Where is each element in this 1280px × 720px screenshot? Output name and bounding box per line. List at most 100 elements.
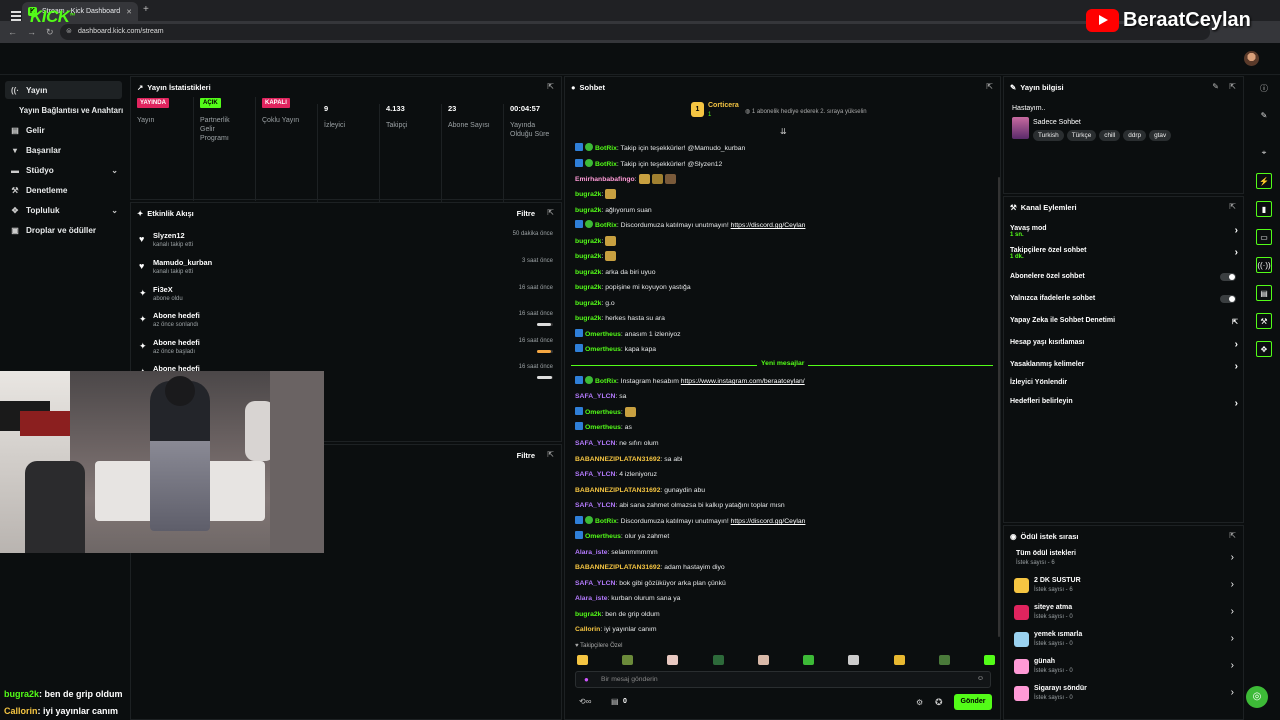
points-icon[interactable]: ⟲∞ [579, 697, 591, 706]
emote-icon[interactable] [577, 655, 588, 665]
reward-icon[interactable]: ✥ [1256, 341, 1272, 357]
reward-item[interactable]: yemek ısmarla İstek sayısı - 0 › [1014, 631, 1234, 657]
filter-button[interactable]: Filtre [517, 451, 535, 460]
chat-username[interactable]: bugra2k [575, 191, 601, 198]
kick-logo[interactable]: KICKTM [30, 7, 75, 27]
pin-icon[interactable]: ⇊ [780, 127, 787, 136]
toggle-switch[interactable] [1220, 295, 1236, 303]
chat-username[interactable]: bugra2k [575, 269, 601, 276]
chat-link[interactable]: https://discord.gg/Ceylan [731, 518, 806, 525]
emote-icon[interactable] [938, 655, 950, 665]
reward-all[interactable]: Tüm ödül istekleri İstek sayısı - 6 › [1014, 550, 1234, 576]
chat-username[interactable]: Alara_iste [575, 595, 608, 602]
filter-button[interactable]: Filtre [517, 209, 535, 218]
action-banned-words[interactable]: Yasaklanmış kelimeler › [1010, 361, 1238, 381]
chat-username[interactable]: SAFA_YLCN [575, 393, 615, 400]
wrench-icon[interactable]: ⚒ [1256, 313, 1272, 329]
emote-icon[interactable] [893, 655, 905, 665]
reward-item[interactable]: günah İstek sayısı - 0 › [1014, 658, 1234, 684]
forward-icon[interactable]: → [27, 27, 36, 38]
action-slow-mode[interactable]: Yavaş mod 1 sn. › [1010, 225, 1238, 245]
avatar[interactable] [1244, 51, 1259, 66]
broadcast-icon[interactable]: ((·)) [1256, 257, 1272, 273]
chat-input[interactable]: ● Bir mesaj gönderin ☺ [575, 671, 991, 688]
sidebar-item-gelir[interactable]: ▤ Gelir [5, 121, 122, 139]
action-account-age[interactable]: Hesap yaşı kısıtlaması › [1010, 339, 1238, 359]
popout-icon[interactable]: ⇱ [1229, 202, 1236, 211]
chat-username[interactable]: BotRix [595, 378, 617, 385]
layout-icon[interactable]: ▤ [1256, 285, 1272, 301]
chat-username[interactable]: Omertheus [585, 409, 621, 416]
emote-icon[interactable] [803, 655, 815, 665]
stats-icon[interactable]: ▮ [1256, 201, 1272, 217]
chat-username[interactable]: bugra2k [575, 300, 601, 307]
chat-username[interactable]: Callorin [575, 626, 600, 633]
action-raid[interactable]: İzleyici Yönlendir [1010, 379, 1238, 399]
url-field[interactable]: ⊜ dashboard.kick.com/stream [60, 24, 1210, 40]
reward-item[interactable]: Sigarayı söndür İstek sayısı - 0 › [1014, 685, 1234, 711]
chat-username[interactable]: Omertheus [585, 533, 621, 540]
chat-username[interactable]: bugra2k [575, 315, 601, 322]
popout-icon[interactable]: ⇱ [986, 82, 993, 91]
edit-icon[interactable]: ✎ [1212, 82, 1219, 91]
sidebar-item-droplar[interactable]: ▣ Droplar ve ödüller [5, 221, 122, 239]
settings-icon[interactable]: ⚙ [916, 698, 923, 707]
chat-username[interactable]: SAFA_YLCN [575, 580, 615, 587]
action-ai-moderation[interactable]: Yapay Zeka ile Sohbet Denetimi ⇱ [1010, 317, 1238, 337]
chat-username[interactable]: Alara_iste [575, 549, 608, 556]
new-tab-icon[interactable]: + [143, 4, 149, 15]
chat-link[interactable]: https://www.instagram.com/beraatceylan/ [681, 378, 805, 385]
activity-icon[interactable]: ⚡ [1256, 173, 1272, 189]
emote-icon[interactable] [622, 655, 634, 665]
toggle-switch[interactable] [1220, 273, 1236, 281]
chat-username[interactable]: Omertheus [585, 346, 621, 353]
emote-icon[interactable] [757, 655, 769, 665]
emote-icon[interactable] [712, 655, 724, 665]
emote-icon[interactable] [983, 655, 995, 665]
chat-username[interactable]: BABANNEZIPLATAN31692 [575, 487, 660, 494]
popout-icon[interactable]: ⇱ [547, 82, 554, 91]
chat-username[interactable]: bugra2k [575, 611, 601, 618]
mod-tools-icon[interactable]: ✪ [935, 697, 943, 708]
chat-username[interactable]: BotRix [595, 222, 617, 229]
chat-username[interactable]: BotRix [595, 145, 617, 152]
popout-icon[interactable]: ⇱ [547, 450, 554, 459]
chat-username[interactable]: SAFA_YLCN [575, 502, 615, 509]
info-icon[interactable]: ⓘ [1256, 81, 1272, 97]
chat-scrollbar[interactable] [998, 177, 1000, 637]
chat-username[interactable]: bugra2k [575, 207, 601, 214]
mic-icon[interactable]: ● [584, 675, 589, 684]
emote-icon[interactable] [667, 655, 679, 665]
sidebar-item-denetleme[interactable]: ⚒ Denetleme [5, 181, 122, 199]
support-button[interactable]: ◎ [1246, 686, 1268, 708]
chat-username[interactable]: Omertheus [585, 424, 621, 431]
chat-username[interactable]: bugra2k [575, 284, 601, 291]
close-tab-icon[interactable]: ✕ [126, 8, 132, 16]
emoji-icon[interactable]: ☺ [977, 675, 984, 682]
gift-box-icon[interactable]: ▤ [611, 697, 619, 706]
menu-icon[interactable] [11, 11, 21, 23]
chat-username[interactable]: bugra2k [575, 238, 601, 245]
chat-link[interactable]: https://discord.gg/Ceylan [731, 222, 806, 229]
popout-icon[interactable]: ⇱ [1229, 531, 1236, 540]
crosshair-icon[interactable]: ⌖ [1256, 145, 1272, 161]
reload-icon[interactable]: ↻ [46, 27, 54, 38]
send-button[interactable]: Gönder [954, 694, 992, 710]
action-followers-only[interactable]: Takipçilere özel sohbet 1 dk. › [1010, 247, 1238, 267]
chat-username[interactable]: BotRix [595, 518, 617, 525]
sidebar-item-studyo[interactable]: ▬ Stüdyo ⌄ [5, 161, 122, 179]
chat-username[interactable]: BABANNEZIPLATAN31692 [575, 564, 660, 571]
reward-item[interactable]: 2 DK SUSTUR İstek sayısı - 6 › [1014, 577, 1234, 603]
chat-icon[interactable]: ▭ [1256, 229, 1272, 245]
chat-username[interactable]: Omertheus [585, 331, 621, 338]
chat-username[interactable]: Emirhanbabafingo [575, 176, 635, 183]
popout-icon[interactable]: ⇱ [547, 208, 554, 217]
reward-item[interactable]: siteye atma İstek sayısı - 0 › [1014, 604, 1234, 630]
popout-icon[interactable]: ⇱ [1229, 82, 1236, 91]
sidebar-item-stream-key[interactable]: Yayın Bağlantısı ve Anahtarı [13, 101, 130, 119]
emote-icon[interactable] [848, 655, 860, 665]
chat-username[interactable]: BABANNEZIPLATAN31692 [575, 456, 660, 463]
action-subscribers-only[interactable]: Abonelere özel sohbet [1010, 273, 1238, 293]
sidebar-item-basarilar[interactable]: ▾ Başarılar [5, 141, 122, 159]
chat-username[interactable]: SAFA_YLCN [575, 471, 615, 478]
